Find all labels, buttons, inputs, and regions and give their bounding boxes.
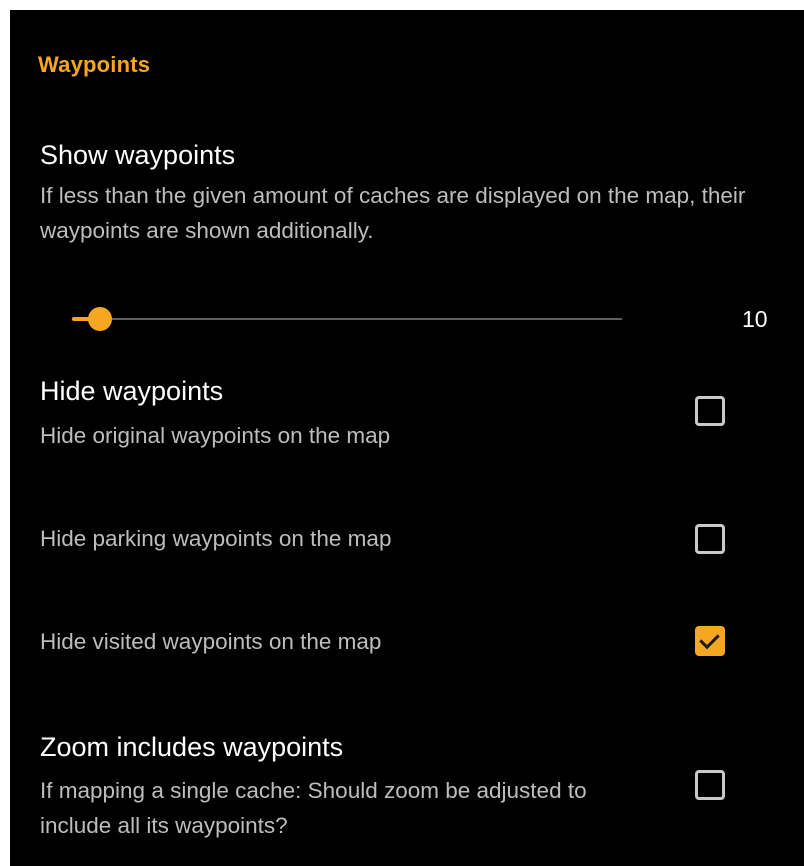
hide-parking-summary: Hide parking waypoints on the map — [40, 526, 392, 551]
hide-waypoints-title: Hide waypoints — [40, 376, 224, 406]
slider-track — [72, 318, 622, 320]
show-waypoints-slider[interactable] — [72, 307, 622, 331]
zoom-includes-checkbox[interactable] — [695, 770, 725, 800]
slider-thumb[interactable] — [88, 307, 112, 331]
show-waypoints-summary: If less than the given amount of caches … — [40, 183, 746, 243]
section-header-waypoints: Waypoints — [38, 52, 151, 77]
hide-visited-summary: Hide visited waypoints on the map — [40, 629, 382, 654]
hide-waypoints-checkbox[interactable] — [695, 396, 725, 426]
zoom-includes-summary: If mapping a single cache: Should zoom b… — [40, 778, 587, 838]
zoom-includes-title: Zoom includes waypoints — [40, 732, 344, 762]
settings-screen: Waypoints Show waypoints If less than th… — [10, 10, 804, 866]
slider-value: 10 — [742, 306, 768, 332]
hide-waypoints-summary: Hide original waypoints on the map — [40, 423, 391, 448]
hide-parking-checkbox[interactable] — [695, 524, 725, 554]
show-waypoints-title: Show waypoints — [40, 140, 236, 170]
hide-visited-checkbox[interactable] — [695, 626, 725, 656]
